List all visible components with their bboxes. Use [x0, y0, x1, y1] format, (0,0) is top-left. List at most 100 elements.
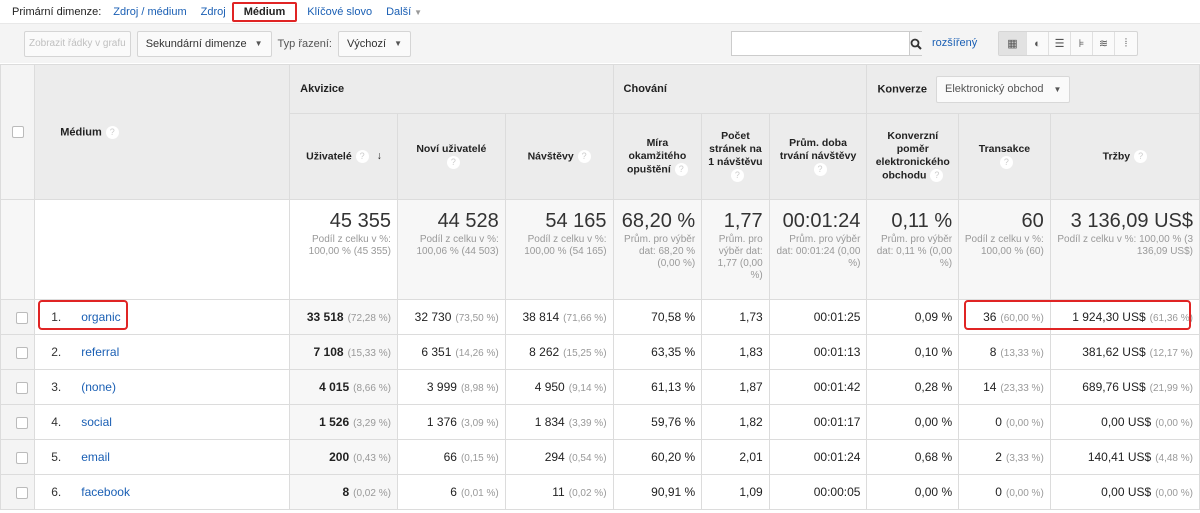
- pages-per-session-value: 1,82: [739, 415, 763, 429]
- dimension-source-medium[interactable]: Zdroj / médium: [113, 6, 186, 18]
- medium-link[interactable]: referral: [81, 345, 119, 359]
- plot-rows-button[interactable]: Zobrazit řádky v grafu: [24, 30, 131, 57]
- sessions-value: 38 814: [522, 310, 560, 324]
- total-sub: Podíl z celku v %: 100,00 % (45 355): [308, 234, 391, 257]
- revenue-cell: 0,00 US$ (0,00 %): [1049, 404, 1200, 440]
- group-conversion-label: Konverze: [877, 83, 927, 95]
- total-cell: 44 528 Podíl z celku v %: 100,06 % (44 50…: [396, 199, 506, 300]
- comparison-view-icon[interactable]: ⊧: [1071, 32, 1093, 55]
- dimension-more[interactable]: Další ▼: [386, 6, 422, 18]
- row-checkbox-cell: [0, 404, 36, 440]
- help-icon[interactable]: ?: [674, 162, 688, 176]
- help-icon[interactable]: ?: [105, 125, 119, 139]
- medium-link[interactable]: email: [81, 450, 110, 464]
- row-checkbox[interactable]: [16, 451, 29, 464]
- advanced-filter-link[interactable]: rozšířený: [932, 37, 977, 49]
- col-label: Uživatelé: [306, 150, 352, 163]
- help-icon[interactable]: ?: [1134, 149, 1148, 163]
- transactions-cell: 0 (0,00 %): [958, 404, 1051, 440]
- users-percent: (15,33 %): [347, 348, 391, 359]
- table-view-icon[interactable]: ▦: [999, 32, 1027, 55]
- row-checkbox[interactable]: [16, 311, 29, 324]
- row-checkbox-cell: [0, 474, 36, 510]
- row-index: 2.: [51, 345, 62, 359]
- col-label: Transakce: [978, 143, 1031, 156]
- total-cell: 1,77 Prům. pro výběr dat: 1,77 (0,00 %): [701, 199, 770, 300]
- group-behavior: Chování: [612, 64, 868, 114]
- total-sub: Prům. pro výběr dat: 1,77 (0,00 %): [717, 234, 763, 281]
- total-value: 68,20 %: [621, 210, 696, 232]
- transactions-value: 0: [995, 485, 1002, 499]
- dimension-medium-active[interactable]: Médium: [231, 1, 298, 22]
- revenue-value: 140,41 US$: [1087, 450, 1152, 464]
- sessions-cell: 38 814 (71,66 %): [504, 299, 614, 335]
- bounce-rate-value: 60,20 %: [651, 450, 696, 464]
- row-checkbox[interactable]: [16, 346, 29, 359]
- users-percent: (0,02 %): [353, 488, 391, 499]
- pivot-view-icon[interactable]: ⦙: [1115, 32, 1137, 55]
- table-search: [731, 31, 922, 56]
- total-cell: 45 355 Podíl z celku v %: 100,00 % (45 35…: [289, 199, 398, 300]
- medium-link[interactable]: (none): [81, 380, 116, 394]
- help-icon[interactable]: ?: [930, 169, 944, 183]
- row-index: 3.: [51, 380, 62, 394]
- col-header-transactions[interactable]: Transakce?: [958, 113, 1051, 200]
- search-input[interactable]: [732, 32, 909, 55]
- total-value: 60: [1021, 210, 1044, 232]
- bounce-rate-cell: 63,35 %: [612, 334, 703, 370]
- help-icon[interactable]: ?: [999, 156, 1013, 170]
- col-header-avg-duration[interactable]: Prům. doba trvání návštěvy?: [768, 113, 868, 200]
- row-checkbox[interactable]: [16, 381, 29, 394]
- help-icon[interactable]: ?: [577, 149, 591, 163]
- col-header-conversion-rate[interactable]: Konverzní poměr elektronického obchodu?: [866, 113, 960, 200]
- help-icon[interactable]: ?: [446, 156, 460, 170]
- row-checkbox-cell: [0, 299, 36, 335]
- conversion-rate-cell: 0,68 %: [866, 439, 960, 475]
- pie-view-icon[interactable]: ◐: [1027, 32, 1049, 55]
- conversion-type-dropdown[interactable]: Elektronický obchod ▼: [936, 75, 1071, 103]
- term-cloud-view-icon[interactable]: ≋: [1093, 32, 1115, 55]
- table-row: 5. email 200 (0,43 %) 66 (0,15 %) 294 (0,54 %) 6…: [0, 439, 1200, 475]
- primary-dimension-bar: Primární dimenze: Zdroj / médium Zdroj M…: [0, 0, 1200, 23]
- users-value: 200: [329, 450, 350, 464]
- sessions-percent: (3,39 %): [568, 418, 607, 429]
- medium-link[interactable]: social: [81, 415, 112, 429]
- dimension-source[interactable]: Zdroj: [201, 6, 226, 18]
- col-header-new-users[interactable]: Noví uživatelé?: [396, 113, 506, 200]
- help-icon[interactable]: ?: [355, 149, 369, 163]
- performance-view-icon[interactable]: ☰: [1049, 32, 1071, 55]
- col-header-bounce-rate[interactable]: Míra okamžitého opuštění?: [612, 113, 703, 200]
- medium-cell: 6. facebook: [34, 474, 291, 510]
- col-header-revenue[interactable]: Tržby?: [1049, 113, 1200, 200]
- col-header-users[interactable]: Uživatelé? ↓: [289, 113, 398, 200]
- total-sub: Prům. pro výběr dat: 00:01:24 (0,00 %): [776, 234, 861, 269]
- users-cell: 4 015 (8,66 %): [289, 369, 398, 405]
- primary-dimension-label: Primární dimenze:: [12, 5, 102, 18]
- sessions-cell: 4 950 (9,14 %): [504, 369, 614, 405]
- secondary-dimension-dropdown[interactable]: Sekundární dimenze ▼: [136, 30, 272, 57]
- row-checkbox[interactable]: [16, 486, 29, 499]
- search-button[interactable]: [909, 32, 922, 55]
- row-checkbox[interactable]: [16, 416, 29, 429]
- dimension-header[interactable]: Médium?: [34, 64, 291, 200]
- transactions-value: 36: [983, 310, 997, 324]
- transactions-cell: 36 (60,00 %): [958, 299, 1051, 335]
- secondary-dimension-label: Sekundární dimenze: [145, 37, 247, 50]
- transactions-value: 0: [995, 415, 1002, 429]
- revenue-value: 0,00 US$: [1101, 485, 1152, 499]
- medium-link[interactable]: organic: [81, 310, 120, 324]
- sort-type-dropdown[interactable]: Výchozí ▼: [337, 30, 412, 57]
- users-value: 33 518: [306, 310, 344, 324]
- help-icon[interactable]: ?: [730, 169, 744, 183]
- select-all-checkbox[interactable]: [11, 126, 24, 139]
- row-checkbox-cell: [0, 439, 36, 475]
- help-icon[interactable]: ?: [813, 162, 827, 176]
- sessions-value: 8 262: [529, 345, 560, 359]
- table-row: 4. social 1 526 (3,29 %) 1 376 (3,09 %) 1 834(…: [0, 404, 1200, 440]
- total-value: 0,11 %: [891, 210, 953, 232]
- col-header-sessions[interactable]: Návštěvy?: [504, 113, 614, 200]
- dimension-keyword[interactable]: Klíčové slovo: [307, 6, 372, 18]
- medium-link[interactable]: facebook: [81, 485, 130, 499]
- users-cell: 33 518 (72,28 %): [289, 299, 398, 335]
- col-header-pages-per-session[interactable]: Počet stránek na 1 návštěvu?: [701, 113, 770, 200]
